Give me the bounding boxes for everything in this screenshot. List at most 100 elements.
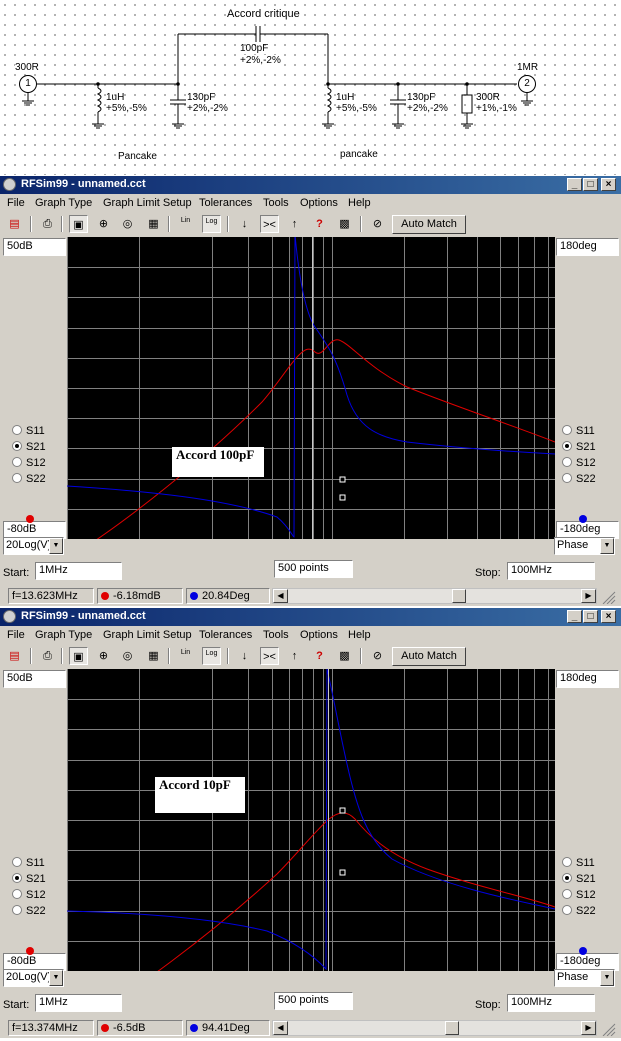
minimize-button[interactable]: _ xyxy=(567,610,582,623)
menu-graph-type[interactable]: Graph Type xyxy=(35,629,92,641)
radio-right-s22[interactable]: S22 xyxy=(562,473,596,485)
linear-scale-icon[interactable]: Lin xyxy=(176,647,195,665)
status-bar: f=13.374MHz -6.5dB 94.41Deg ◀ ▶ xyxy=(0,1018,621,1037)
horizontal-scrollbar[interactable]: ◀ ▶ xyxy=(272,588,597,604)
zoom-icon[interactable]: >< xyxy=(260,647,279,665)
scroll-thumb[interactable] xyxy=(445,1021,459,1035)
phase-top-field[interactable]: 180deg xyxy=(556,670,619,688)
points-field[interactable]: 500 points xyxy=(274,560,353,578)
horizontal-scrollbar[interactable]: ◀ ▶ xyxy=(272,1020,597,1036)
netlist-icon[interactable]: ▤ xyxy=(5,215,24,233)
close-button[interactable]: × xyxy=(601,178,616,191)
polar-chart-icon[interactable]: ◎ xyxy=(118,647,137,665)
menu-options[interactable]: Options xyxy=(300,197,338,209)
resize-grip-icon[interactable] xyxy=(600,1021,617,1036)
menu-tools[interactable]: Tools xyxy=(263,629,289,641)
app-icon[interactable] xyxy=(3,610,16,623)
smith-chart-icon[interactable]: ⊕ xyxy=(94,647,113,665)
title-bar[interactable]: RFSim99 - unnamed.cct _ □ × xyxy=(0,176,621,194)
radio-left-s12[interactable]: S12 xyxy=(12,889,46,901)
scroll-left-icon[interactable]: ◀ xyxy=(273,1021,288,1035)
arrow-down-icon[interactable]: ↓ xyxy=(235,215,254,233)
port2-symbol[interactable]: 2 xyxy=(518,75,536,93)
table-icon[interactable]: ▦ xyxy=(144,647,163,665)
menu-tools[interactable]: Tools xyxy=(263,197,289,209)
menu-graph-limit-setup[interactable]: Graph Limit Setup xyxy=(103,629,192,641)
minimize-button[interactable]: _ xyxy=(567,178,582,191)
radio-left-s11[interactable]: S11 xyxy=(12,857,45,869)
polar-chart-icon[interactable]: ◎ xyxy=(118,215,137,233)
left-scale-select[interactable]: 20Log(V) ▼ xyxy=(3,537,64,555)
stop-frequency-field[interactable]: 100MHz xyxy=(507,562,595,580)
menu-options[interactable]: Options xyxy=(300,629,338,641)
cap2-tolerance: +2%,-2% xyxy=(407,103,448,114)
menu-help[interactable]: Help xyxy=(348,629,371,641)
component-icon[interactable]: ▩ xyxy=(335,647,354,665)
netlist-icon[interactable]: ▤ xyxy=(5,647,24,665)
scroll-thumb[interactable] xyxy=(452,589,466,603)
radio-right-s21[interactable]: S21 xyxy=(562,873,596,885)
scroll-right-icon[interactable]: ▶ xyxy=(581,589,596,603)
help-icon[interactable]: ? xyxy=(310,215,329,233)
start-frequency-field[interactable]: 1MHz xyxy=(35,994,122,1012)
points-field[interactable]: 500 points xyxy=(274,992,353,1010)
match-icon[interactable]: ⊘ xyxy=(368,647,387,665)
component-icon[interactable]: ▩ xyxy=(335,215,354,233)
mag-top-field[interactable]: 50dB xyxy=(3,670,66,688)
help-icon[interactable]: ? xyxy=(310,647,329,665)
mag-top-field[interactable]: 50dB xyxy=(3,238,66,256)
rect-graph-icon[interactable]: ▣ xyxy=(69,215,88,233)
rect-graph-icon[interactable]: ▣ xyxy=(69,647,88,665)
plot-area[interactable]: Accord 10pF xyxy=(67,669,555,971)
menu-tolerances[interactable]: Tolerances xyxy=(199,197,252,209)
radio-left-s21[interactable]: S21 xyxy=(12,441,46,453)
close-button[interactable]: × xyxy=(601,610,616,623)
print-icon[interactable]: ⎙ xyxy=(38,647,57,665)
radio-right-s12[interactable]: S12 xyxy=(562,889,596,901)
radio-left-s11[interactable]: S11 xyxy=(12,425,45,437)
zoom-icon[interactable]: >< xyxy=(260,215,279,233)
menu-file[interactable]: File xyxy=(7,629,25,641)
resize-grip-icon[interactable] xyxy=(600,589,617,604)
auto-match-button[interactable]: Auto Match xyxy=(392,215,466,234)
plot-area[interactable]: Accord 100pF xyxy=(67,237,555,539)
match-icon[interactable]: ⊘ xyxy=(368,215,387,233)
radio-right-s12[interactable]: S12 xyxy=(562,457,596,469)
arrow-up-icon[interactable]: ↑ xyxy=(285,215,304,233)
menu-tolerances[interactable]: Tolerances xyxy=(199,629,252,641)
auto-match-button[interactable]: Auto Match xyxy=(392,647,466,666)
arrow-down-icon[interactable]: ↓ xyxy=(235,647,254,665)
left-scale-select[interactable]: 20Log(V) ▼ xyxy=(3,969,64,987)
scroll-left-icon[interactable]: ◀ xyxy=(273,589,288,603)
smith-chart-icon[interactable]: ⊕ xyxy=(94,215,113,233)
maximize-button[interactable]: □ xyxy=(583,178,598,191)
radio-right-s21[interactable]: S21 xyxy=(562,441,596,453)
radio-right-s11[interactable]: S11 xyxy=(562,425,595,437)
title-bar[interactable]: RFSim99 - unnamed.cct _ □ × xyxy=(0,608,621,626)
menu-file[interactable]: File xyxy=(7,197,25,209)
menu-graph-type[interactable]: Graph Type xyxy=(35,197,92,209)
maximize-button[interactable]: □ xyxy=(583,610,598,623)
menu-help[interactable]: Help xyxy=(348,197,371,209)
radio-left-s12[interactable]: S12 xyxy=(12,457,46,469)
radio-left-s21[interactable]: S21 xyxy=(12,873,46,885)
arrow-up-icon[interactable]: ↑ xyxy=(285,647,304,665)
start-frequency-field[interactable]: 1MHz xyxy=(35,562,122,580)
radio-right-s11[interactable]: S11 xyxy=(562,857,595,869)
scroll-right-icon[interactable]: ▶ xyxy=(581,1021,596,1035)
log-scale-icon[interactable]: Log xyxy=(202,647,221,665)
log-scale-icon[interactable]: Log xyxy=(202,215,221,233)
radio-right-s22[interactable]: S22 xyxy=(562,905,596,917)
radio-left-s22[interactable]: S22 xyxy=(12,905,46,917)
right-scale-select[interactable]: Phase ▼ xyxy=(554,537,615,555)
port1-symbol[interactable]: 1 xyxy=(19,75,37,93)
radio-left-s22[interactable]: S22 xyxy=(12,473,46,485)
stop-frequency-field[interactable]: 100MHz xyxy=(507,994,595,1012)
table-icon[interactable]: ▦ xyxy=(144,215,163,233)
menu-graph-limit-setup[interactable]: Graph Limit Setup xyxy=(103,197,192,209)
phase-top-field[interactable]: 180deg xyxy=(556,238,619,256)
app-icon[interactable] xyxy=(3,178,16,191)
linear-scale-icon[interactable]: Lin xyxy=(176,215,195,233)
right-scale-select[interactable]: Phase ▼ xyxy=(554,969,615,987)
print-icon[interactable]: ⎙ xyxy=(38,215,57,233)
